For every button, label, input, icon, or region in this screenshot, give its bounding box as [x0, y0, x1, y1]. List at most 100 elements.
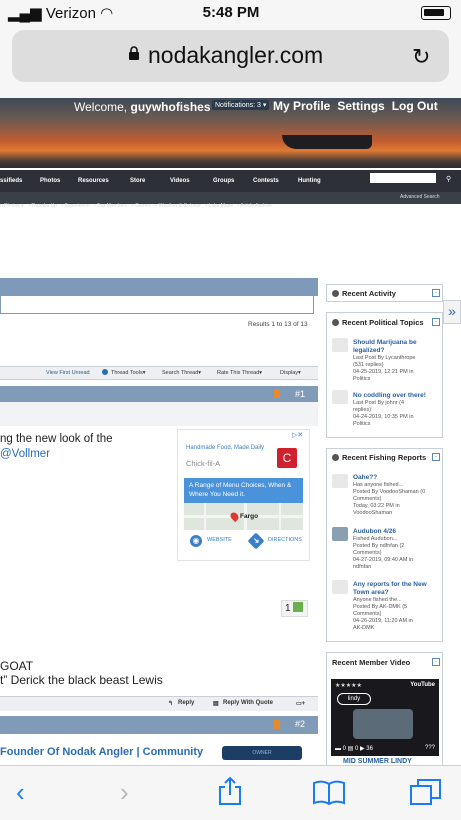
collapse-sidebar-icon[interactable]: » — [443, 300, 461, 324]
reply-button[interactable]: Reply — [178, 700, 194, 706]
nav-groups[interactable]: Groups — [213, 178, 234, 184]
ad-directions-button[interactable]: DIRECTIONS — [268, 537, 302, 543]
subnav-lake-maps[interactable]: • Lake Maps — [205, 203, 233, 209]
topic-link[interactable]: No coddling over there! — [353, 392, 440, 400]
user-title: Founder Of Nodak Angler | Community — [0, 746, 204, 758]
nav-resources[interactable]: Resources — [78, 178, 109, 184]
member-video-title: Recent Member Video — [332, 658, 411, 667]
subnav-weather[interactable]: • Weather & Solunar — [156, 203, 201, 209]
thumbs-up-icon — [292, 602, 303, 612]
collapse-icon[interactable]: - — [432, 453, 440, 461]
user-avatar — [332, 390, 348, 404]
advanced-search-link[interactable]: Advanced Search — [400, 194, 439, 200]
mention-link[interactable]: @Vollmer — [0, 447, 113, 462]
post-header — [0, 386, 318, 402]
globe-icon[interactable]: ◉ — [190, 535, 202, 547]
signature-line: t” Derick the black beast Lewis — [0, 673, 163, 687]
post-body: ng the new look of the @Vollmer — [0, 432, 113, 462]
logout-link[interactable]: Log Out — [392, 99, 438, 113]
political-topics-title: Recent Political Topics — [342, 318, 424, 327]
politics-icon — [332, 319, 339, 326]
notifications-dropdown[interactable]: Notifications: 3 ▾ — [212, 100, 270, 110]
video-frame — [353, 709, 413, 739]
nav-hunting[interactable]: Hunting — [298, 178, 321, 184]
back-icon[interactable]: ‹ — [16, 777, 25, 808]
ad-website-button[interactable]: WEBSITE — [207, 537, 232, 543]
recent-activity-title: Recent Activity — [342, 289, 396, 298]
wifi-icon: ◠ — [100, 5, 114, 22]
forum-link[interactable]: Politics — [353, 376, 440, 383]
multi-quote-icon[interactable]: ▭+ — [296, 700, 305, 707]
collapse-icon[interactable]: - — [432, 318, 440, 326]
username-link[interactable]: guywhofishes — [130, 100, 210, 114]
carrier-label: ▂▄▆ Verizon ◠ — [8, 5, 114, 22]
video-duration: ??? — [424, 745, 435, 751]
forward-icon[interactable]: › — [120, 777, 129, 808]
report-thumbnail — [332, 527, 348, 541]
video-thumbnail[interactable]: ★★★★★ YouTube lindy ▬ 0 ▤ 0 ▶ 36 ??? — [331, 679, 439, 756]
search-thread-dropdown[interactable]: Search Thread▾ — [162, 370, 201, 376]
report-link[interactable]: Audubon 4/26 — [353, 528, 440, 536]
video-caption-link[interactable]: MID SUMMER LINDY — [343, 758, 412, 765]
forum-link[interactable]: Politics — [353, 421, 440, 428]
reply-icon: ↰ — [168, 701, 174, 707]
list-item: No coddling over there! Last Post By joh… — [353, 392, 440, 428]
list-item: Any reports for the New Town area? Anyon… — [353, 581, 440, 632]
subnav-experience[interactable]: • Experience — [61, 203, 89, 209]
user-avatar — [332, 338, 348, 352]
reload-icon[interactable]: ↻ — [412, 44, 430, 70]
collapse-icon[interactable]: - — [432, 289, 440, 297]
post-user-info — [0, 402, 318, 426]
welcome-text: Welcome, guywhofishes — [74, 100, 211, 114]
chickfila-logo-icon: C — [277, 448, 297, 468]
nav-store[interactable]: Store — [130, 178, 145, 184]
view-first-unread-link[interactable]: View First Unread — [46, 370, 90, 376]
search-icon[interactable]: ⚲ — [446, 175, 451, 183]
display-dropdown[interactable]: Display▾ — [280, 370, 301, 376]
list-item: Oahe?? Has anyone fished... Posted By Vo… — [353, 474, 440, 517]
subnav-article-archive[interactable]: • Article Archive — [237, 203, 272, 209]
nav-videos[interactable]: Videos — [170, 178, 190, 184]
author-link[interactable]: VoodooShaman — [353, 510, 440, 517]
nav-photos[interactable]: Photos — [40, 178, 60, 184]
topic-link[interactable]: Should Marijuana be legalized? — [353, 339, 440, 355]
settings-link[interactable]: Settings — [337, 99, 384, 113]
account-links: My Profile Settings Log Out — [273, 99, 445, 113]
domain-text[interactable]: nodakangler.com — [148, 42, 323, 69]
bookmarks-icon[interactable] — [312, 780, 346, 806]
activity-icon — [332, 290, 339, 297]
share-icon[interactable] — [217, 776, 243, 806]
post-number[interactable]: #1 — [295, 389, 305, 399]
ad-blurb[interactable]: A Range of Menu Choices, When & Where Yo… — [184, 478, 303, 503]
list-item: Audubon 4/26 Fished Audubon... Posted By… — [353, 528, 440, 571]
subnav-top-members[interactable]: • Top Members — [94, 203, 127, 209]
adchoices-icon[interactable]: ▷✕ — [292, 431, 303, 439]
nav-classifieds[interactable]: ssifieds — [0, 178, 22, 184]
user-avatar — [332, 474, 348, 488]
bookmark-icon[interactable] — [274, 389, 280, 398]
battery-icon — [421, 6, 451, 20]
tabs-icon[interactable] — [409, 778, 443, 806]
post-number[interactable]: #2 — [295, 719, 305, 729]
subnav-thumbs-up[interactable]: • Thumbs Up — [28, 203, 57, 209]
subnav-games[interactable]: • Games — [132, 203, 151, 209]
clock: 5:48 PM — [202, 4, 260, 21]
collapse-icon[interactable]: - — [432, 658, 440, 666]
youtube-logo-icon: YouTube — [410, 682, 435, 688]
nav-contests[interactable]: Contests — [253, 178, 279, 184]
my-profile-link[interactable]: My Profile — [273, 99, 330, 113]
author-link[interactable]: ndfnfan — [353, 564, 440, 571]
list-item: Should Marijuana be legalized? Last Post… — [353, 339, 440, 383]
owner-badge: OWNER — [222, 746, 302, 760]
thread-tools-dropdown[interactable]: Thread Tools▾ — [111, 370, 145, 376]
author-link[interactable]: AK-DMK — [353, 625, 440, 632]
rate-thread-dropdown[interactable]: Rate This Thread▾ — [217, 370, 262, 376]
bookmark-icon[interactable] — [274, 720, 280, 729]
like-counter[interactable]: 1 — [281, 600, 308, 617]
site-search-input[interactable] — [370, 173, 436, 183]
subnav-photos[interactable]: n Photos ▾ — [0, 203, 24, 209]
reply-with-quote-button[interactable]: Reply With Quote — [223, 700, 273, 706]
report-link[interactable]: Any reports for the New Town area? — [353, 581, 440, 597]
report-link[interactable]: Oahe?? — [353, 474, 440, 482]
fishing-reports-title: Recent Fishing Reports — [342, 453, 427, 462]
